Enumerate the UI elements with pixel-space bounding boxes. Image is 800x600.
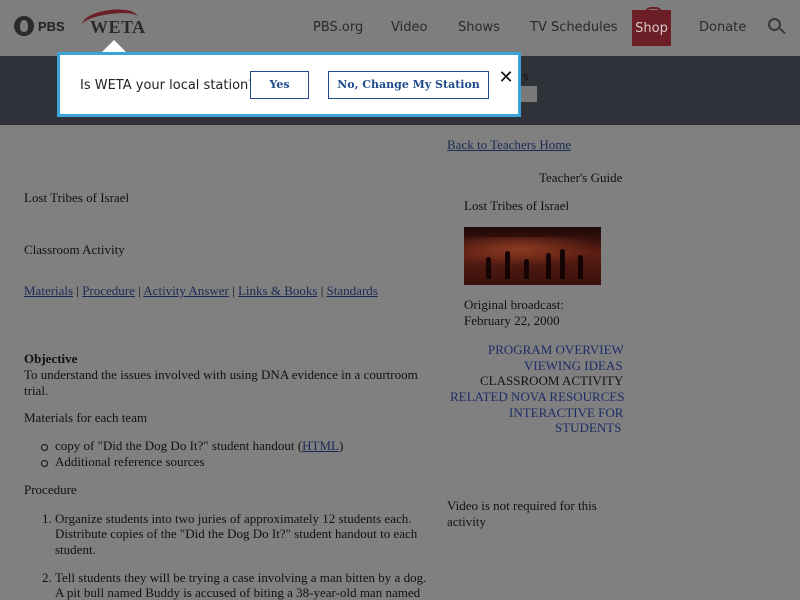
handout-html-link[interactable]: HTML bbox=[302, 438, 339, 453]
link-materials[interactable]: Materials bbox=[24, 283, 73, 298]
nav-donate[interactable]: Donate bbox=[699, 20, 746, 35]
broadcast-label: Original broadcast: bbox=[464, 297, 564, 312]
materials-item-references: Additional reference sources bbox=[40, 454, 205, 469]
thumbnail-figure bbox=[578, 255, 583, 279]
band-button[interactable] bbox=[519, 86, 537, 102]
link-activity-answer[interactable]: Activity Answer bbox=[143, 283, 229, 298]
program-thumbnail-image bbox=[464, 227, 601, 285]
nav-program-overview[interactable]: PROGRAM OVERVIEW bbox=[488, 342, 624, 358]
thumbnail-figure bbox=[524, 259, 529, 279]
link-procedure[interactable]: Procedure bbox=[82, 283, 135, 298]
nav-shop[interactable]: Shop bbox=[632, 7, 671, 46]
nav-classroom-activity-current: CLASSROOM ACTIVITY bbox=[480, 373, 624, 388]
video-note: Video is not required for this bbox=[447, 498, 597, 513]
link-links-and-books[interactable]: Links & Books bbox=[238, 283, 317, 298]
local-station-popup: Is WETA your local station? Yes No, Chan… bbox=[57, 52, 521, 117]
step-number: 2. bbox=[42, 570, 52, 585]
nav-tv-schedules[interactable]: TV Schedules bbox=[530, 20, 617, 35]
nav-video[interactable]: Video bbox=[391, 20, 427, 35]
materials-item-suffix: ) bbox=[338, 438, 344, 453]
program-title: Lost Tribes of Israel bbox=[464, 198, 570, 213]
video-note-cont: activity bbox=[447, 514, 486, 529]
popup-question: Is WETA your local station? bbox=[80, 78, 256, 93]
procedure-heading: Procedure bbox=[24, 482, 77, 497]
link-separator: | bbox=[73, 283, 83, 298]
nav-pbs-org[interactable]: PBS.org bbox=[313, 20, 363, 35]
nav-viewing-ideas[interactable]: VIEWING IDEAS bbox=[524, 358, 623, 374]
procedure-step-2: Tell students they will be trying a case… bbox=[55, 570, 427, 585]
search-icon-handle bbox=[779, 27, 786, 35]
nav-related-nova-resources[interactable]: RELATED NOVA RESOURCES bbox=[450, 389, 625, 405]
nav-interactive-for-students-cont[interactable]: STUDENTS bbox=[555, 420, 621, 436]
broadcast-date: February 22, 2000 bbox=[464, 313, 560, 328]
close-icon[interactable]: ✕ bbox=[497, 69, 515, 87]
link-standards[interactable]: Standards bbox=[327, 283, 378, 298]
objective-text: To understand the issues involved with u… bbox=[24, 367, 418, 382]
link-separator: | bbox=[228, 283, 238, 298]
procedure-step-2-cont: A pit bull named Buddy is accused of bit… bbox=[55, 585, 421, 600]
objective-text-cont: trial. bbox=[24, 383, 49, 398]
materials-item-handout: copy of "Did the Dog Do It?" student han… bbox=[40, 438, 344, 454]
change-station-button[interactable]: No, Change My Station bbox=[328, 71, 489, 99]
procedure-step-1-cont2: student. bbox=[55, 542, 96, 557]
yes-button[interactable]: Yes bbox=[250, 71, 309, 99]
nav-shows[interactable]: Shows bbox=[458, 20, 500, 35]
section-links: Materials | Procedure | Activity Answer … bbox=[24, 283, 378, 299]
procedure-step-1-cont: Distribute copies of the "Did the Dog Do… bbox=[55, 526, 418, 541]
step-number: 1. bbox=[42, 511, 52, 526]
thumbnail-figure bbox=[546, 253, 551, 279]
link-separator: | bbox=[317, 283, 327, 298]
teachers-guide-label: Teacher's Guide bbox=[539, 170, 623, 185]
thumbnail-figure bbox=[560, 249, 565, 279]
page-content: Back to Teachers Home Teacher's Guide Lo… bbox=[0, 125, 800, 600]
materials-heading: Materials for each team bbox=[24, 410, 148, 425]
activity-subtitle: Classroom Activity bbox=[24, 242, 125, 257]
thumbnail-figure bbox=[486, 257, 491, 279]
objective-heading: Objective bbox=[24, 351, 78, 366]
thumbnail-figure bbox=[505, 251, 510, 279]
back-to-teachers-home-link[interactable]: Back to Teachers Home bbox=[447, 137, 571, 153]
search-button[interactable] bbox=[768, 18, 786, 36]
activity-title: Lost Tribes of Israel bbox=[24, 190, 130, 205]
procedure-step-1: Organize students into two juries of app… bbox=[55, 511, 412, 526]
materials-item-text: copy of "Did the Dog Do It?" student han… bbox=[55, 438, 303, 453]
nav-interactive-for-students[interactable]: INTERACTIVE FOR bbox=[509, 405, 623, 421]
